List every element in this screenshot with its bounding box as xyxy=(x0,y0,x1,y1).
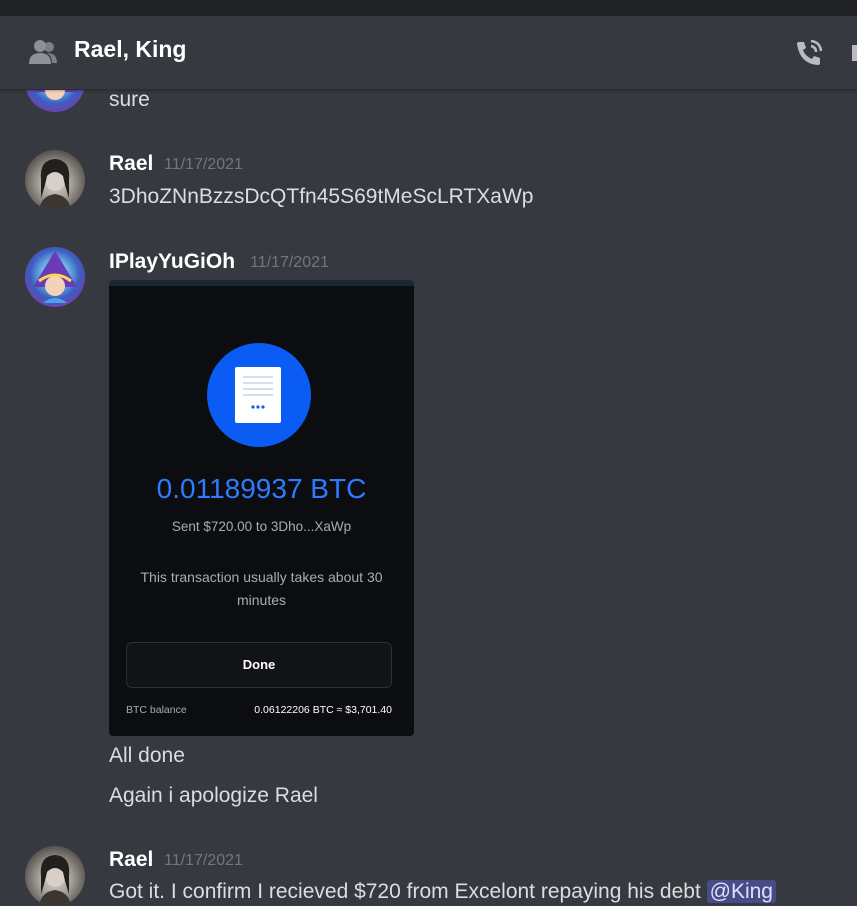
message-text: 3DhoZNnBzzsDcQTfn45S69tMeScLRTXaWp xyxy=(109,185,534,208)
channel-title: Rael, King xyxy=(74,36,187,62)
channel-header: Rael, King xyxy=(0,16,857,90)
btc-amount: 0.01189937 BTC xyxy=(156,473,367,504)
message-list: sure Rael 11/17/2021 3DhoZNnBzzsDcQTfn45… xyxy=(0,0,857,906)
message-text: Got it. I confirm I recieved $720 from E… xyxy=(109,880,776,904)
balance-label: BTC balance xyxy=(126,704,187,716)
message-author[interactable]: Rael xyxy=(109,152,153,176)
message-text-body: Got it. I confirm I recieved $720 from E… xyxy=(109,880,707,903)
message-text: sure xyxy=(109,88,150,111)
avatar[interactable] xyxy=(25,150,85,210)
avatar[interactable] xyxy=(25,846,85,906)
message-text: Again i apologize Rael xyxy=(109,784,318,807)
sent-description: Sent $720.00 to 3Dho...XaWp xyxy=(171,519,352,534)
start-voice-call-icon[interactable] xyxy=(792,36,826,70)
document-icon xyxy=(207,343,311,447)
avatar[interactable] xyxy=(25,247,85,307)
balance-value: 0.06122206 BTC ≈ $3,701.40 xyxy=(254,704,392,716)
message-timestamp: 11/17/2021 xyxy=(250,254,329,271)
message-timestamp: 11/17/2021 xyxy=(164,156,243,173)
message-timestamp: 11/17/2021 xyxy=(164,852,243,869)
group-dm-icon xyxy=(29,40,57,64)
user-mention[interactable]: @King xyxy=(706,880,776,903)
image-attachment[interactable]: 0.01189937 BTC Sent $720.00 to 3Dho...Xa… xyxy=(109,280,414,736)
toolbar-icon[interactable] xyxy=(849,43,857,63)
transaction-note: This transaction usually takes about 30 … xyxy=(140,569,383,608)
message-text: All done xyxy=(109,744,185,767)
message-author[interactable]: Rael xyxy=(109,848,153,872)
done-button: Done xyxy=(126,642,392,688)
message-author[interactable]: IPlayYuGiOh xyxy=(109,250,235,274)
